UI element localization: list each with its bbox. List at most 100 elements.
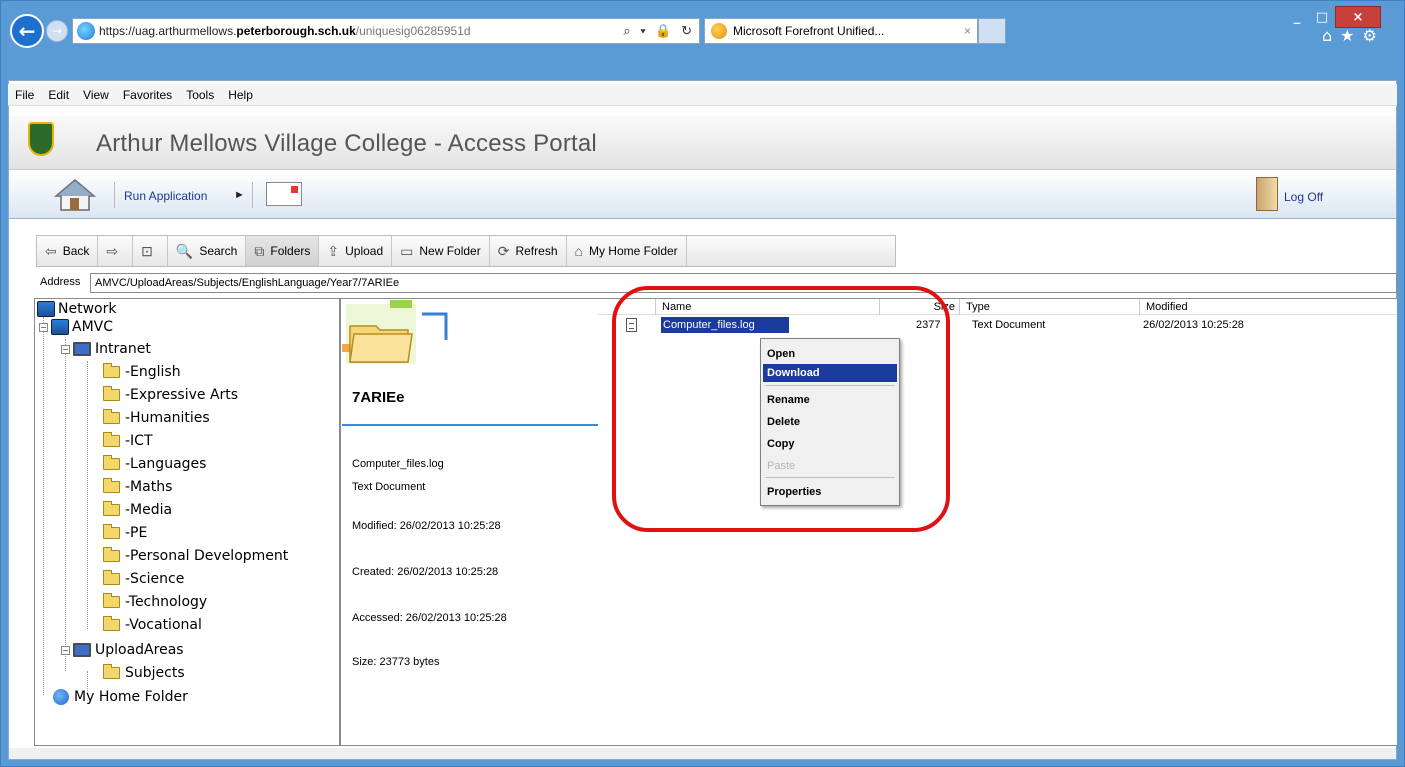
tree-label: -Science <box>125 571 185 587</box>
tab-favicon-icon <box>711 23 727 39</box>
forward-button[interactable]: ⇨ <box>98 236 134 266</box>
tree-item-folder[interactable]: -ICT <box>103 432 153 449</box>
collapse-icon[interactable]: − <box>61 645 70 655</box>
log-off-door-icon[interactable] <box>1256 177 1278 211</box>
new-folder-label: New Folder <box>419 244 481 258</box>
my-home-folder-button[interactable]: ⌂ My Home Folder <box>567 236 687 266</box>
collapse-icon[interactable]: − <box>61 344 70 354</box>
file-row-modified: 26/02/2013 10:25:28 <box>1143 319 1244 331</box>
tree-item-intranet[interactable]: − Intranet <box>61 341 151 357</box>
upload-icon: ⇪ <box>327 242 340 259</box>
tree-item-folder[interactable]: -Maths <box>103 478 172 495</box>
browser-tab[interactable]: Microsoft Forefront Unified... × <box>704 18 978 44</box>
tree-item-network[interactable]: Network <box>37 301 116 317</box>
file-row-type: Text Document <box>972 319 1046 331</box>
folders-label: Folders <box>270 244 311 258</box>
back-button[interactable]: ⇦ Back <box>37 236 99 266</box>
my-home-folder-label: My Home Folder <box>588 244 678 258</box>
folder-icon <box>103 386 120 401</box>
url-domain: peterborough.sch.uk <box>236 24 356 38</box>
network-icon <box>51 319 69 335</box>
header-modified[interactable]: Modified <box>1140 299 1397 315</box>
tree-label: -Languages <box>125 456 207 472</box>
tree-item-folder[interactable]: -Science <box>103 570 185 587</box>
home-favorites-settings-icons[interactable]: ⌂★⚙ <box>1322 26 1392 46</box>
tree-item-folder[interactable]: -Expressive Arts <box>103 386 239 403</box>
home-icon[interactable] <box>54 178 96 212</box>
computer-icon <box>73 342 91 356</box>
tree-line <box>87 361 88 629</box>
menu-tools[interactable]: Tools <box>179 88 221 102</box>
tree-label: Subjects <box>125 665 185 681</box>
upload-label: Upload <box>345 244 384 258</box>
new-tab-button[interactable] <box>978 18 1006 44</box>
tree-label: Network <box>58 301 117 317</box>
folders-button[interactable]: ⧉ Folders <box>246 236 320 266</box>
tab-close-icon[interactable]: × <box>964 24 971 38</box>
tree-label: -Personal Development <box>125 548 289 564</box>
up-folder-button[interactable]: ⊡ <box>133 236 168 266</box>
close-window-button[interactable]: × <box>1335 6 1381 28</box>
tree-label: -English <box>125 364 181 380</box>
status-bar <box>9 748 1396 759</box>
header-type[interactable]: Type <box>960 299 1140 315</box>
messages-icon[interactable] <box>266 182 302 206</box>
address-label: Address <box>40 276 81 288</box>
menu-favorites[interactable]: Favorites <box>116 88 179 102</box>
refresh-button[interactable]: ⟳ Refresh <box>490 236 567 266</box>
tree-label: -Technology <box>125 594 208 610</box>
folder-icon <box>103 501 120 516</box>
folder-name-heading: 7ARIEe <box>352 389 405 406</box>
tree-item-subjects[interactable]: Subjects <box>103 664 185 681</box>
log-off-button[interactable]: Log Off <box>1284 190 1323 204</box>
details-created: Created: 26/02/2013 10:25:28 <box>352 566 499 578</box>
url-rest: /uniquesig06285951d <box>355 24 471 38</box>
run-application-button[interactable]: Run Application <box>124 189 207 203</box>
tree-line <box>43 317 44 695</box>
tree-item-my-home-folder[interactable]: My Home Folder <box>53 689 188 705</box>
minimize-button[interactable]: _ <box>1285 6 1309 28</box>
up-folder-icon: ⊡ <box>141 242 153 259</box>
folder-icon <box>103 524 120 539</box>
back-arrow-icon: ⇦ <box>45 242 57 259</box>
tree-label: AMVC <box>72 319 114 335</box>
folder-graphic-icon <box>342 300 448 364</box>
folder-icon <box>103 664 120 679</box>
menu-help[interactable]: Help <box>221 88 260 102</box>
new-folder-button[interactable]: ▭ New Folder <box>392 236 490 266</box>
tree-item-folder[interactable]: -PE <box>103 524 147 541</box>
portal-title: Arthur Mellows Village College - Access … <box>96 130 597 157</box>
collapse-icon[interactable]: − <box>39 322 48 332</box>
tree-item-folder[interactable]: -Languages <box>103 455 207 472</box>
tree-label: Intranet <box>95 341 151 357</box>
file-toolbar: ⇦ Back ⇨ ⊡ 🔍 Search ⧉ Folders ⇪ Upload ▭ New … <box>36 235 896 267</box>
tree-item-folder[interactable]: -Humanities <box>103 409 210 426</box>
tree-item-amvc[interactable]: − AMVC <box>39 319 113 335</box>
folder-icon <box>103 570 120 585</box>
search-button[interactable]: 🔍 Search <box>168 236 247 266</box>
menu-view[interactable]: View <box>76 88 116 102</box>
search-label: Search <box>199 244 238 258</box>
tree-item-folder[interactable]: -Personal Development <box>103 547 289 564</box>
browser-forward-button[interactable]: → <box>46 20 68 42</box>
menu-edit[interactable]: Edit <box>41 88 76 102</box>
tree-label: -Expressive Arts <box>125 387 239 403</box>
folder-icon <box>103 363 120 378</box>
menu-file[interactable]: File <box>8 88 41 102</box>
menu-bar: File Edit View Favorites Tools Help <box>8 84 1397 106</box>
tree-item-folder[interactable]: -Vocational <box>103 616 202 633</box>
run-application-arrow-icon[interactable]: ► <box>234 189 245 201</box>
app-bar-separator <box>252 182 253 208</box>
address-bar-tools-icons[interactable]: ⌕ ▾ 🔒 ↻ <box>623 23 699 39</box>
tree-item-folder[interactable]: -Technology <box>103 593 208 610</box>
computer-icon <box>73 643 91 657</box>
browser-back-button[interactable]: ← <box>10 14 44 48</box>
tree-item-folder[interactable]: -Media <box>103 501 172 518</box>
tree-item-uploadareas[interactable]: − UploadAreas <box>61 642 184 658</box>
tree-item-folder[interactable]: -English <box>103 363 181 380</box>
maximize-button[interactable]: □ <box>1310 6 1334 28</box>
back-label: Back <box>62 244 90 258</box>
network-icon <box>37 301 55 317</box>
browser-address-bar[interactable]: https://uag.arthurmellows. peterborough.… <box>72 18 700 44</box>
upload-button[interactable]: ⇪ Upload <box>319 236 393 266</box>
